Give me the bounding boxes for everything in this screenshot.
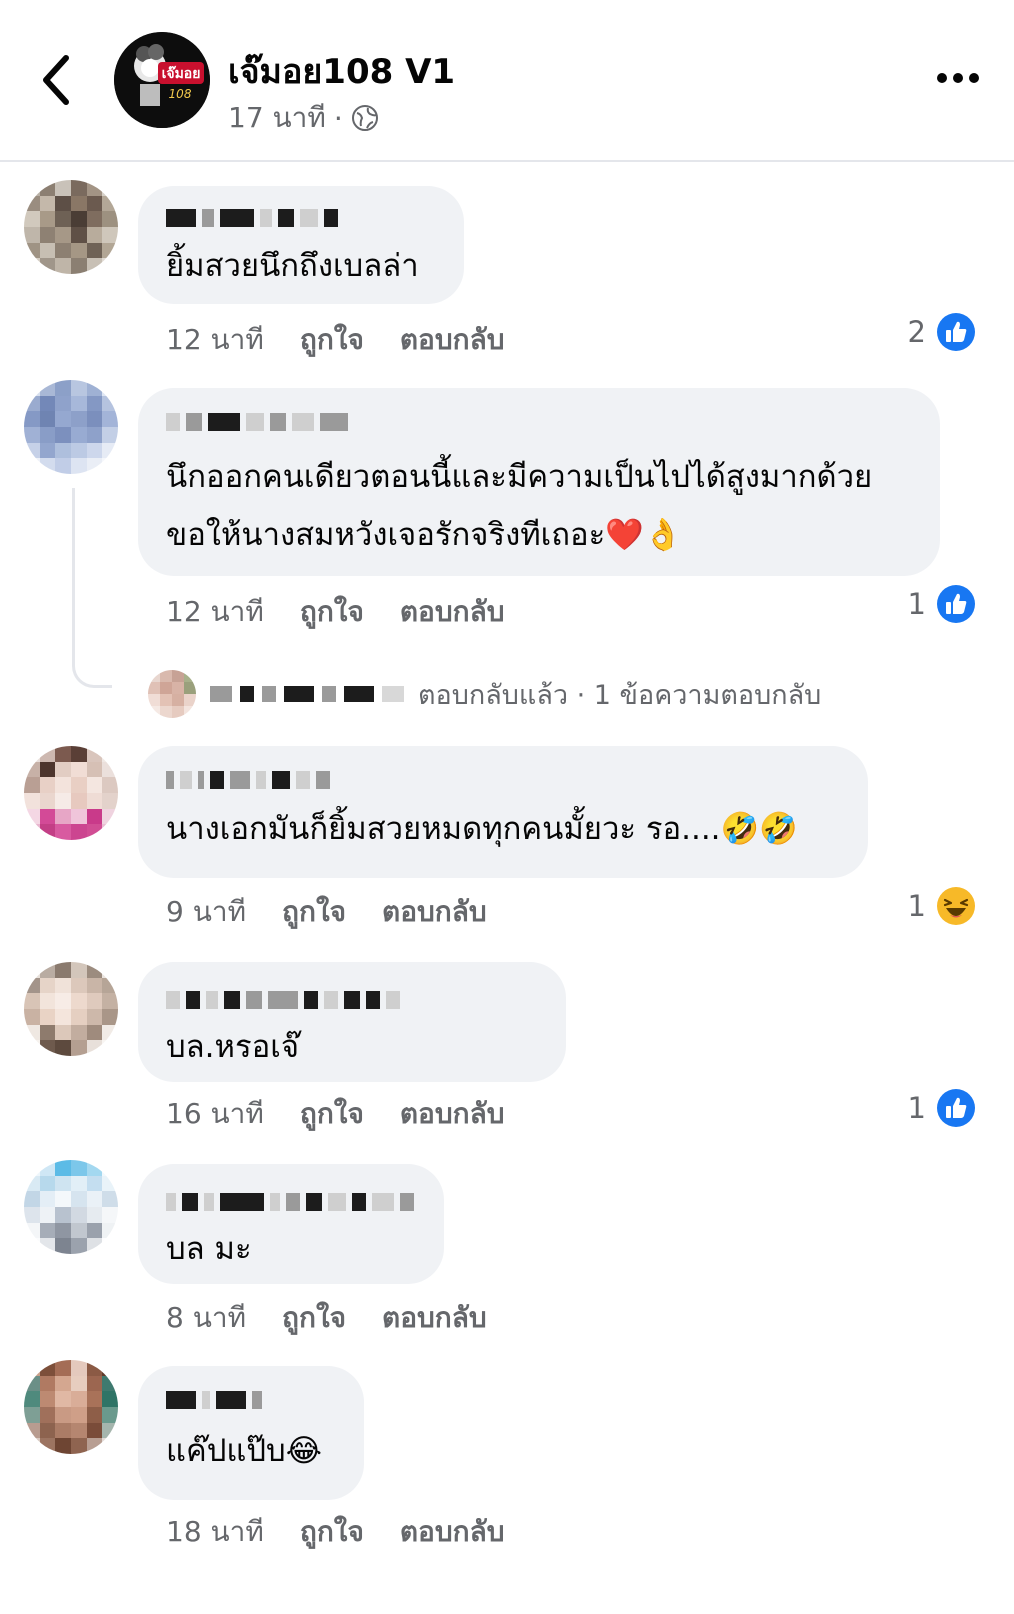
redacted-name[interactable] — [166, 1388, 334, 1412]
reaction-summary[interactable]: 2 — [908, 312, 976, 352]
redacted-name[interactable] — [166, 1190, 414, 1214]
page-avatar[interactable]: เจ๊มอย 108 — [114, 32, 210, 128]
post-meta: 17 นาที · — [228, 96, 379, 140]
back-arrow-icon[interactable] — [36, 52, 76, 108]
reply-button[interactable]: ตอบกลับ — [400, 1510, 505, 1554]
commenter-avatar[interactable] — [24, 180, 118, 274]
commenter-avatar[interactable] — [24, 746, 118, 840]
page-name[interactable]: เจ๊มอย108 V1 — [228, 44, 455, 98]
comment-bubble: บล.หรอเจ๊ — [138, 962, 566, 1082]
like-icon — [937, 585, 975, 623]
commenter-avatar[interactable] — [24, 1160, 118, 1254]
comment-text-line-1: นึกออกคนเดียวตอนนี้และมีความเป็นไปได้สูง… — [166, 459, 873, 495]
reply-button[interactable]: ตอบกลับ — [400, 590, 505, 634]
comment-time[interactable]: 8 นาที — [166, 1296, 246, 1340]
comment-time[interactable]: 12 นาที — [166, 590, 264, 634]
logo-text: เจ๊มอย — [162, 65, 201, 82]
reaction-summary[interactable]: 1 — [908, 886, 976, 926]
page-logo-image: เจ๊มอย 108 — [114, 32, 210, 128]
redacted-replier-name — [210, 686, 404, 702]
reply-summary-text: ตอบกลับแล้ว · 1 ข้อความตอบกลับ — [418, 679, 822, 711]
comment-time[interactable]: 16 นาที — [166, 1092, 264, 1136]
comment-actions: 12 นาที ถูกใจ ตอบกลับ — [166, 590, 505, 634]
comment-text-line-2: ขอให้นางสมหวังเจอรักจริงทีเถอะ❤️👌 — [166, 517, 683, 553]
commenter-avatar[interactable] — [24, 1360, 118, 1454]
like-button[interactable]: ถูกใจ — [300, 318, 364, 362]
like-button[interactable]: ถูกใจ — [300, 590, 364, 634]
comment-text: ยิ้มสวยนึกถึงเบลล่า — [166, 248, 419, 284]
comment-bubble: นึกออกคนเดียวตอนนี้และมีความเป็นไปได้สูง… — [138, 388, 940, 576]
comment-bubble: แค๊ปแป๊บ😂 — [138, 1366, 364, 1500]
commenter-avatar[interactable] — [24, 380, 118, 474]
like-icon — [937, 1089, 975, 1127]
reaction-count: 1 — [907, 889, 926, 923]
comment-actions: 18 นาที ถูกใจ ตอบกลับ — [166, 1510, 505, 1554]
reaction-summary[interactable]: 1 — [908, 584, 976, 624]
comment-actions: 9 นาที ถูกใจ ตอบกลับ — [166, 890, 487, 934]
reaction-count: 2 — [907, 315, 926, 349]
comment-text: บล.หรอเจ๊ — [166, 1029, 299, 1065]
like-button[interactable]: ถูกใจ — [282, 1296, 346, 1340]
replier-avatar — [148, 670, 196, 718]
comment-text: แค๊ปแป๊บ😂 — [166, 1433, 322, 1469]
comment-bubble: บล มะ — [138, 1164, 444, 1284]
like-icon — [937, 313, 975, 351]
comment-text: นางเอกมันก็ยิ้มสวยหมดทุกคนมั้ยวะ รอ....🤣… — [166, 811, 798, 847]
commenter-avatar[interactable] — [24, 962, 118, 1056]
like-button[interactable]: ถูกใจ — [300, 1092, 364, 1136]
thread-connector — [72, 488, 112, 688]
reply-button[interactable]: ตอบกลับ — [400, 318, 505, 362]
meta-separator: · — [333, 101, 343, 135]
comment-time[interactable]: 12 นาที — [166, 318, 264, 362]
reply-button[interactable]: ตอบกลับ — [382, 1296, 487, 1340]
comment-actions: 8 นาที ถูกใจ ตอบกลับ — [166, 1296, 487, 1340]
reaction-count: 1 — [907, 1091, 926, 1125]
view-replies-link[interactable]: ตอบกลับแล้ว · 1 ข้อความตอบกลับ — [148, 668, 821, 720]
reply-button[interactable]: ตอบกลับ — [382, 890, 487, 934]
comment-actions: 16 นาที ถูกใจ ตอบกลับ — [166, 1092, 505, 1136]
globe-icon — [351, 105, 378, 131]
comment-time[interactable]: 18 นาที — [166, 1510, 264, 1554]
comment-bubble: นางเอกมันก็ยิ้มสวยหมดทุกคนมั้ยวะ รอ....🤣… — [138, 746, 868, 878]
like-button[interactable]: ถูกใจ — [300, 1510, 364, 1554]
reaction-count: 1 — [907, 587, 926, 621]
like-button[interactable]: ถูกใจ — [282, 890, 346, 934]
redacted-name[interactable] — [166, 768, 838, 792]
comment-actions: 12 นาที ถูกใจ ตอบกลับ — [166, 318, 505, 362]
reply-button[interactable]: ตอบกลับ — [400, 1092, 505, 1136]
redacted-name[interactable] — [166, 410, 910, 434]
comment-time[interactable]: 9 นาที — [166, 890, 246, 934]
more-options-icon[interactable] — [934, 66, 982, 90]
svg-text:108: 108 — [169, 87, 192, 101]
reaction-summary[interactable]: 1 — [908, 1088, 976, 1128]
post-time: 17 นาที — [228, 101, 326, 134]
post-header: เจ๊มอย 108 เจ๊มอย108 V1 17 นาที · — [0, 0, 1014, 162]
redacted-name[interactable] — [166, 988, 536, 1012]
haha-icon — [937, 887, 975, 925]
comment-bubble: ยิ้มสวยนึกถึงเบลล่า — [138, 186, 464, 304]
comment-text: บล มะ — [166, 1231, 252, 1267]
redacted-name[interactable] — [166, 206, 434, 230]
